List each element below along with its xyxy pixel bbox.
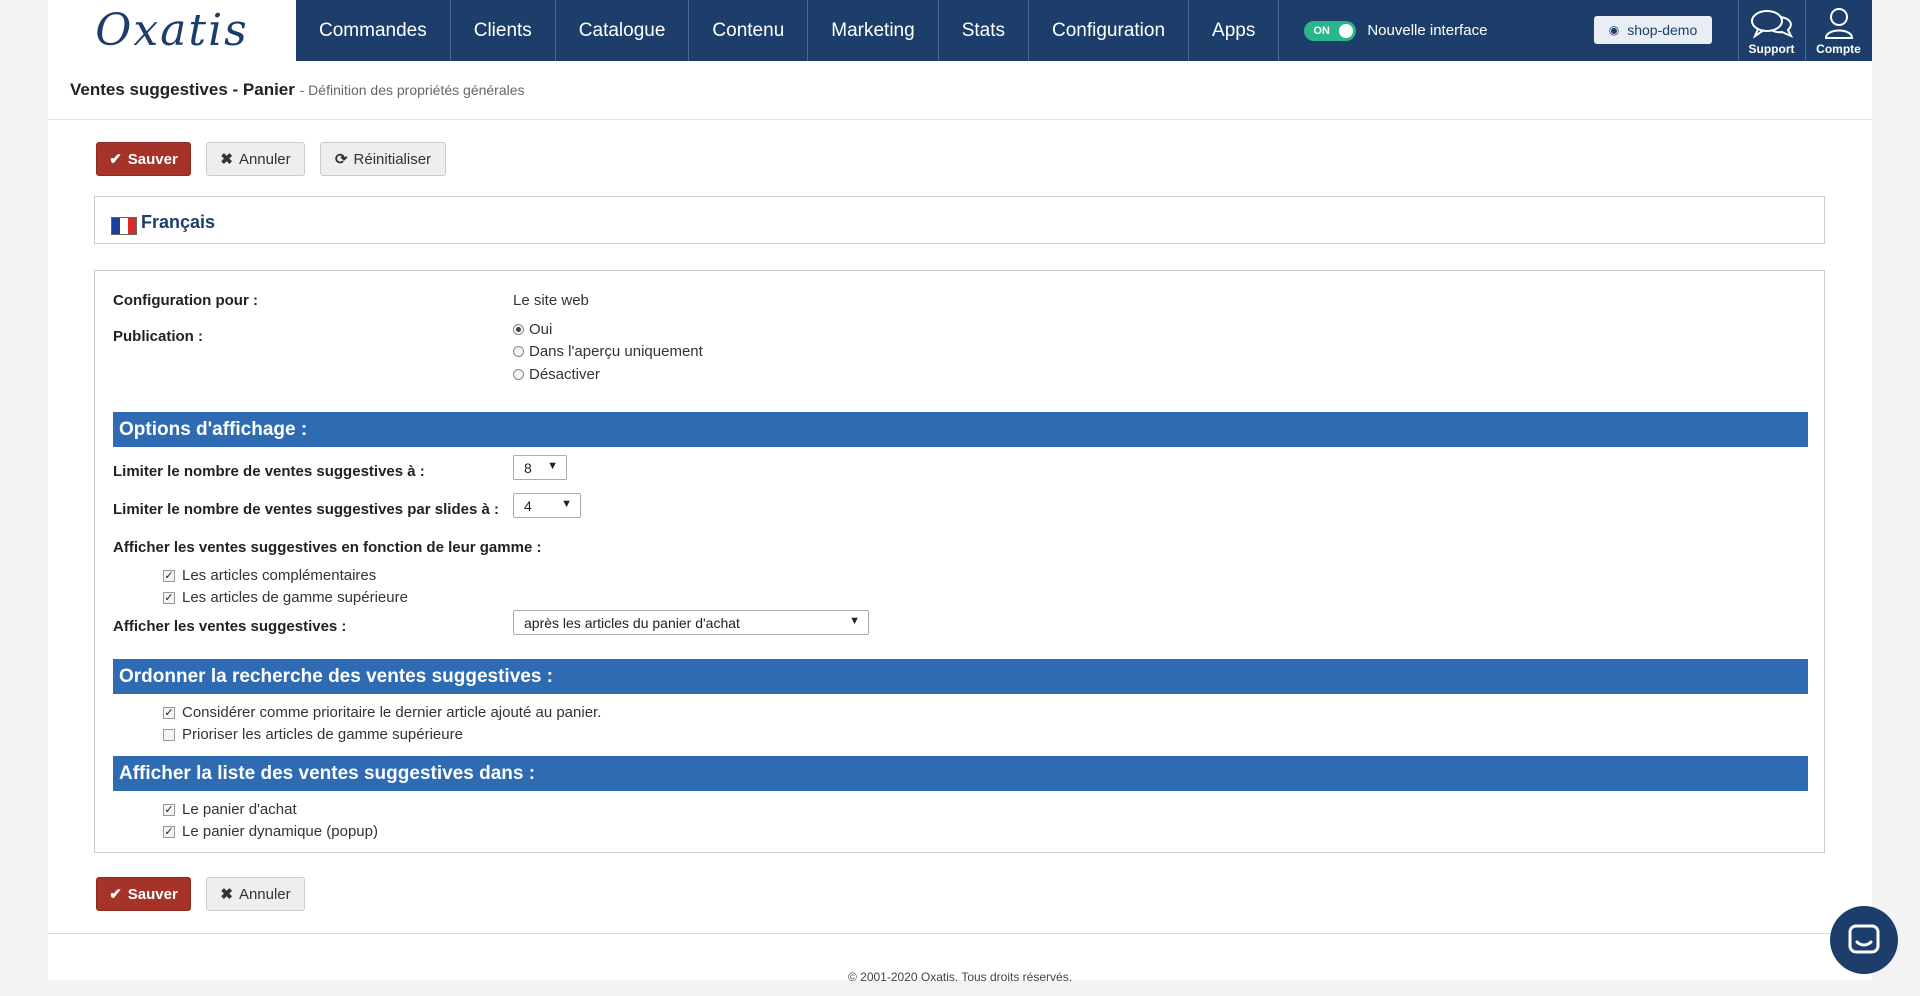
- section-display-in: Afficher la liste des ventes suggestives…: [113, 756, 1808, 791]
- new-interface-toggle[interactable]: ON: [1304, 20, 1357, 41]
- new-interface-toggle-group: ON Nouvelle interface: [1304, 0, 1487, 61]
- config-for-value: Le site web: [513, 292, 589, 309]
- reset-label: Réinitialiser: [353, 150, 432, 168]
- chat-icon: [1848, 924, 1880, 954]
- radio-oui[interactable]: [513, 324, 524, 335]
- page: Oxatis Commandes Clients Catalogue Conte…: [48, 0, 1872, 984]
- range-label: Afficher les ventes suggestives en fonct…: [113, 539, 542, 556]
- logo-text: Oxatis: [95, 4, 249, 56]
- check-icon: ✔: [109, 151, 122, 168]
- publication-option-preview[interactable]: Dans l'aperçu uniquement: [513, 343, 703, 360]
- ordering-option-upper-range[interactable]: Prioriser les articles de gamme supérieu…: [163, 726, 463, 743]
- language-label: Français: [141, 212, 216, 232]
- publication-option-disable[interactable]: Désactiver: [513, 366, 600, 383]
- publication-label: Publication :: [113, 328, 203, 345]
- page-subtitle: - Définition des propriétés générales: [299, 82, 525, 98]
- nav-item-apps[interactable]: Apps: [1189, 0, 1280, 61]
- radio-oui-label: Oui: [529, 321, 553, 338]
- close-icon: ✖: [220, 886, 233, 903]
- save-label: Sauver: [127, 150, 178, 168]
- nav-item-commandes[interactable]: Commandes: [296, 0, 451, 61]
- main-nav: Commandes Clients Catalogue Contenu Mark…: [296, 0, 1280, 61]
- cancel-button-top[interactable]: ✖ Annuler: [206, 142, 305, 176]
- save-button-top[interactable]: ✔ Sauver: [96, 142, 191, 176]
- language-box: Français: [94, 196, 1825, 244]
- page-header: Ventes suggestives - Panier - Définition…: [48, 61, 1872, 120]
- show-position-select[interactable]: après les articles du panier d'achat ▼: [513, 610, 869, 635]
- section-ordering: Ordonner la recherche des ventes suggest…: [113, 659, 1808, 694]
- nav-item-marketing[interactable]: Marketing: [808, 0, 939, 61]
- cancel-button-bottom[interactable]: ✖ Annuler: [206, 877, 305, 911]
- publication-option-oui[interactable]: Oui: [513, 321, 552, 338]
- reset-button[interactable]: ⟳ Réinitialiser: [320, 142, 446, 176]
- limit-slides-label: Limiter le nombre de ventes suggestives …: [113, 501, 499, 518]
- user-icon: [1824, 8, 1853, 39]
- shop-demo-label: shop-demo: [1627, 22, 1698, 38]
- checkbox-prioritize-upper[interactable]: [163, 728, 175, 741]
- display-in-cart[interactable]: ✓ Le panier d'achat: [163, 801, 297, 818]
- account-label: Compte: [1816, 42, 1861, 56]
- range-option-complementary[interactable]: ✓ Les articles complémentaires: [163, 567, 376, 584]
- configuration-box: Configuration pour : Le site web Publica…: [94, 270, 1825, 853]
- radio-preview[interactable]: [513, 346, 524, 357]
- footer-divider: [48, 933, 1872, 934]
- range-option-upper[interactable]: ✓ Les articles de gamme supérieure: [163, 589, 408, 606]
- nav-item-clients[interactable]: Clients: [451, 0, 556, 61]
- limit-slides-select-value: 4: [524, 497, 532, 514]
- cancel-label: Annuler: [238, 150, 291, 168]
- check-icon: ✔: [109, 886, 122, 903]
- footer-copyright: © 2001-2020 Oxatis. Tous droits réservés…: [847, 970, 1073, 984]
- section-display-options: Options d'affichage :: [113, 412, 1808, 447]
- support-label: Support: [1748, 42, 1795, 56]
- eye-icon: ◉: [1608, 23, 1620, 37]
- nav-item-catalogue[interactable]: Catalogue: [556, 0, 690, 61]
- limit-label: Limiter le nombre de ventes suggestives …: [113, 463, 425, 480]
- limit-slides-select[interactable]: 4 ▼: [513, 493, 581, 518]
- chat-launcher-button[interactable]: [1830, 906, 1898, 974]
- checkbox-cart[interactable]: ✓: [163, 803, 175, 816]
- checkbox-complementary-label: Les articles complémentaires: [182, 567, 377, 584]
- checkbox-dynamic-cart[interactable]: ✓: [163, 825, 175, 838]
- refresh-icon: ⟳: [334, 151, 348, 168]
- dropdown-arrow-icon: ▼: [547, 460, 558, 472]
- checkbox-upper-range[interactable]: ✓: [163, 591, 175, 604]
- checkbox-last-added-label: Considérer comme prioritaire le dernier …: [182, 704, 602, 721]
- save-label: Sauver: [127, 885, 178, 903]
- page-title: Ventes suggestives - Panier - Définition…: [70, 80, 525, 100]
- page-title-text: Ventes suggestives - Panier: [70, 80, 295, 99]
- dropdown-arrow-icon: ▼: [849, 615, 860, 627]
- nav-item-contenu[interactable]: Contenu: [689, 0, 809, 61]
- save-button-bottom[interactable]: ✔ Sauver: [96, 877, 191, 911]
- toggle-label: Nouvelle interface: [1367, 22, 1488, 39]
- limit-select-value: 8: [524, 459, 532, 476]
- config-for-label: Configuration pour :: [113, 292, 258, 309]
- support-button[interactable]: Support: [1738, 0, 1804, 61]
- radio-disable[interactable]: [513, 369, 524, 380]
- checkbox-prioritize-upper-label: Prioriser les articles de gamme supérieu…: [182, 726, 463, 743]
- radio-disable-label: Désactiver: [529, 366, 600, 383]
- show-label: Afficher les ventes suggestives :: [113, 618, 347, 635]
- radio-preview-label: Dans l'aperçu uniquement: [529, 343, 703, 360]
- nav-item-configuration[interactable]: Configuration: [1029, 0, 1190, 61]
- chat-bubbles-icon: [1750, 10, 1793, 39]
- french-flag-icon: [111, 217, 137, 235]
- dropdown-arrow-icon: ▼: [561, 498, 572, 510]
- logo[interactable]: Oxatis: [48, 0, 296, 61]
- display-in-dynamic-cart[interactable]: ✓ Le panier dynamique (popup): [163, 823, 378, 840]
- account-button[interactable]: Compte: [1805, 0, 1871, 61]
- shop-demo-button[interactable]: ◉ shop-demo: [1594, 16, 1712, 44]
- toggle-state: ON: [1313, 24, 1330, 37]
- toggle-knob: [1339, 23, 1354, 38]
- checkbox-complementary[interactable]: ✓: [163, 569, 175, 582]
- checkbox-upper-range-label: Les articles de gamme supérieure: [182, 589, 408, 606]
- nav-item-stats[interactable]: Stats: [939, 0, 1029, 61]
- ordering-option-last-added[interactable]: ✓ Considérer comme prioritaire le dernie…: [163, 704, 601, 721]
- limit-select[interactable]: 8 ▼: [513, 455, 567, 480]
- cancel-label: Annuler: [238, 885, 291, 903]
- checkbox-dynamic-cart-label: Le panier dynamique (popup): [182, 823, 378, 840]
- checkbox-last-added[interactable]: ✓: [163, 706, 175, 719]
- checkbox-cart-label: Le panier d'achat: [182, 801, 297, 818]
- close-icon: ✖: [220, 151, 233, 168]
- show-position-value: après les articles du panier d'achat: [524, 614, 740, 631]
